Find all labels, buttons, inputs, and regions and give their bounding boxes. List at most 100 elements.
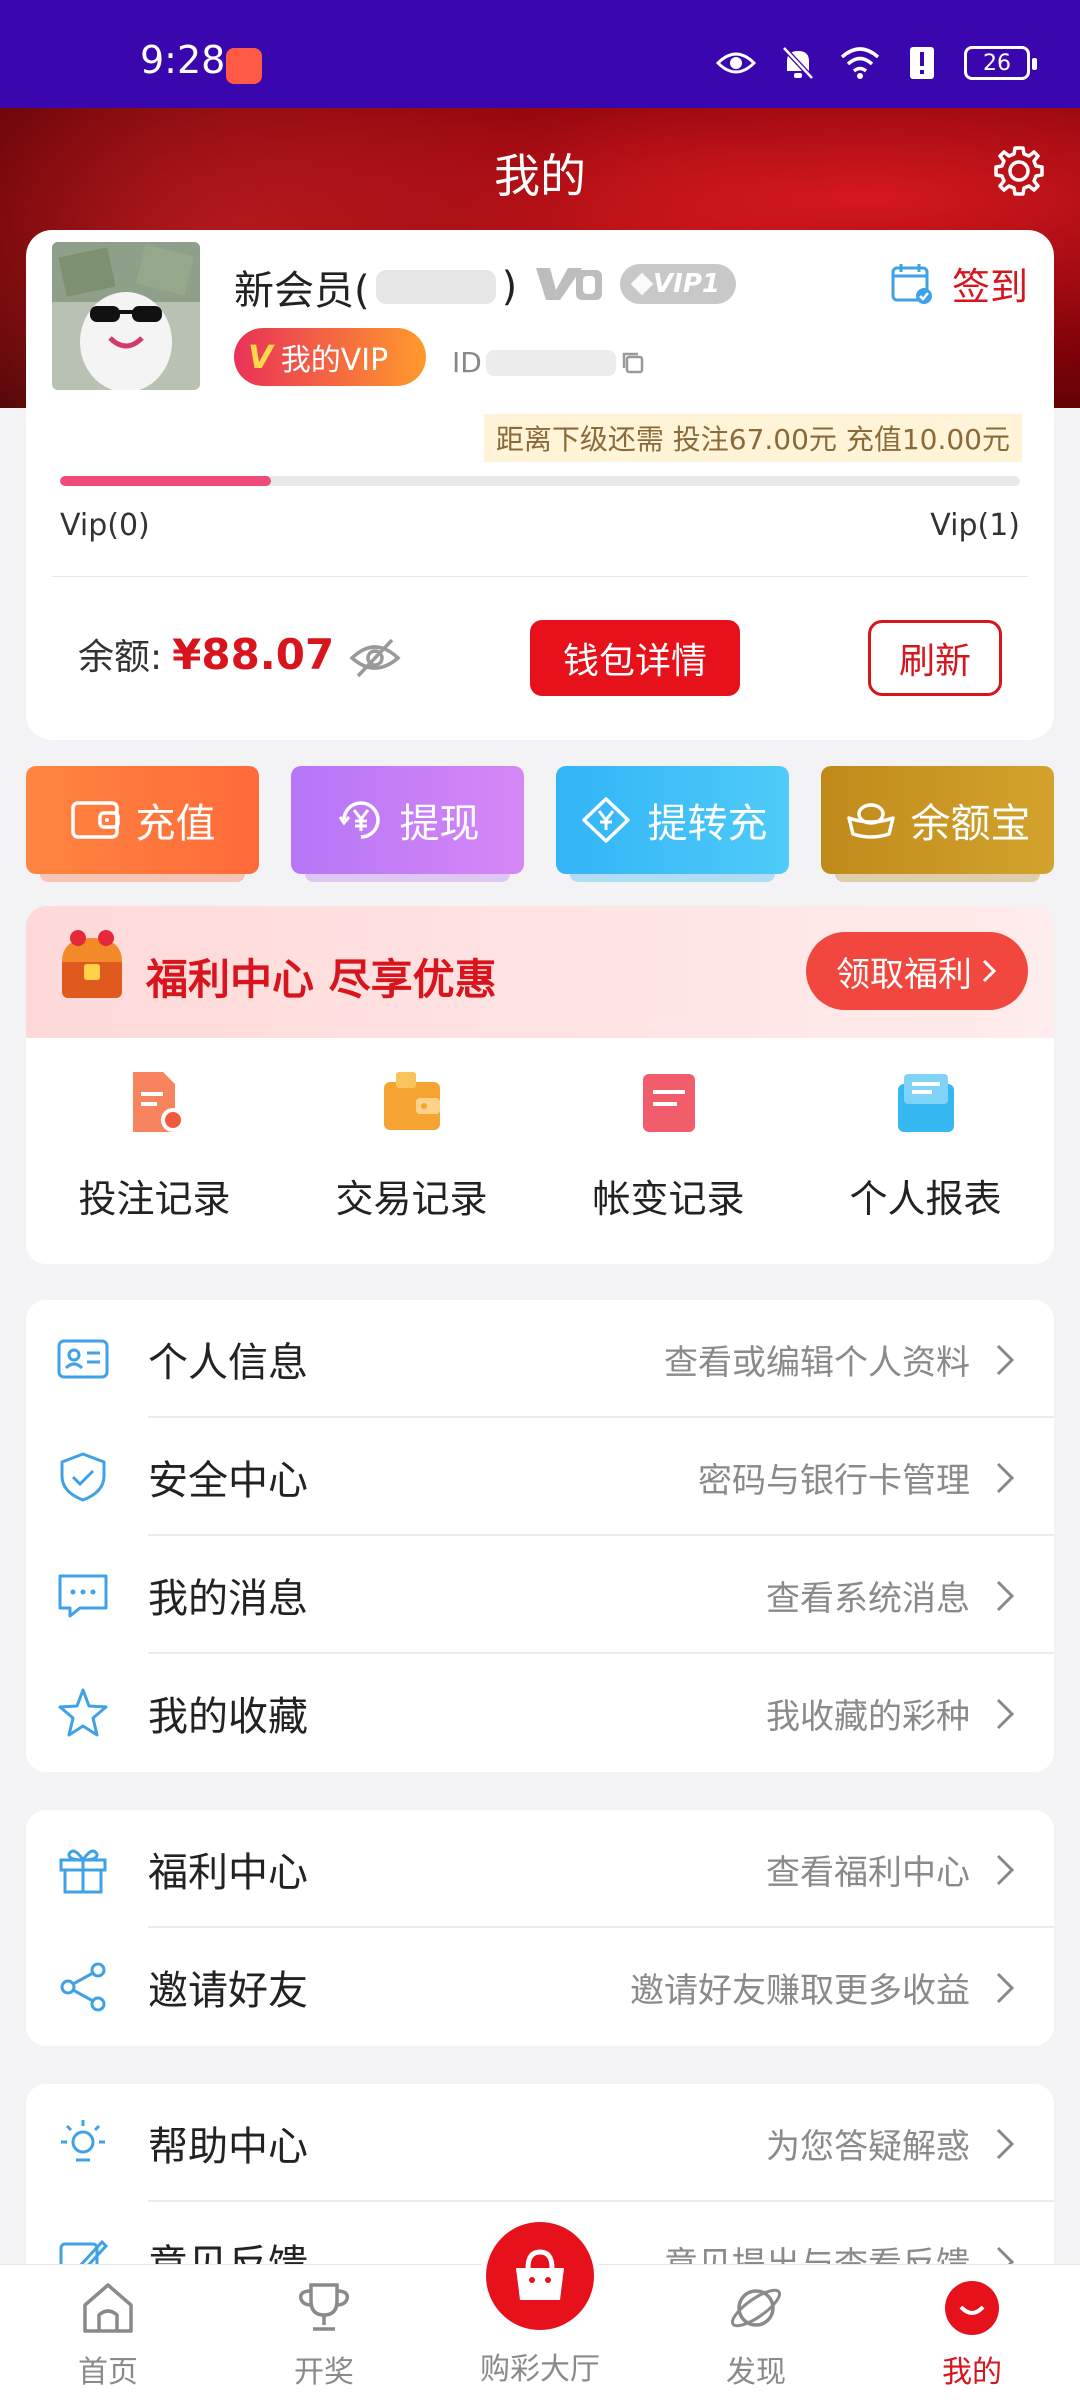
status-icons: 26 bbox=[716, 44, 1037, 82]
battery-level: 26 bbox=[983, 50, 1011, 76]
next-level-requirement: 距离下级还需 投注67.00元 充值10.00元 bbox=[483, 414, 1022, 462]
ingot-icon bbox=[846, 803, 895, 839]
vip-v-icon: V bbox=[248, 338, 273, 376]
chevron-right-icon bbox=[996, 2128, 1015, 2160]
tab-label: 首页 bbox=[78, 2355, 138, 2390]
avatar[interactable] bbox=[52, 242, 200, 390]
settings-gear-icon[interactable] bbox=[992, 144, 1046, 198]
quick-actions: 充值 提现 提转充 余额宝 bbox=[26, 766, 1054, 882]
v0-level-icon bbox=[536, 268, 602, 300]
transfer-to-recharge-button[interactable]: 提转充 bbox=[556, 766, 789, 882]
bet-records-label: 投注记录 bbox=[78, 1177, 231, 1221]
menu-subtitle: 为您答疑解惑 bbox=[766, 2126, 970, 2167]
transfer-icon bbox=[581, 797, 630, 843]
trophy-icon bbox=[298, 2283, 350, 2331]
menu-group-account: 个人信息 查看或编辑个人资料 安全中心 密码与银行卡管理 我的消息 查看系统消息… bbox=[26, 1300, 1054, 1772]
menu-title: 我的收藏 bbox=[148, 1694, 308, 1740]
menu-title: 邀请好友 bbox=[148, 1968, 308, 2014]
my-vip-button[interactable]: V 我的VIP bbox=[234, 328, 426, 386]
menu-title: 帮助中心 bbox=[148, 2124, 308, 2170]
status-time: 9:28 bbox=[140, 38, 226, 82]
copy-icon[interactable] bbox=[620, 350, 646, 376]
balance-amount: ¥88.07 bbox=[172, 629, 335, 679]
nickname-masked bbox=[375, 270, 496, 304]
lottery-hall-button[interactable] bbox=[480, 2216, 600, 2336]
alert-icon bbox=[902, 44, 942, 82]
recharge-label: 充值 bbox=[135, 801, 216, 847]
treasure-chest-icon bbox=[62, 930, 122, 998]
shopping-bag-icon bbox=[516, 2249, 564, 2300]
transaction-records[interactable]: 交易记录 bbox=[283, 1066, 540, 1223]
account-change-records[interactable]: 帐变记录 bbox=[540, 1066, 797, 1223]
tab-label: 发现 bbox=[726, 2355, 786, 2390]
welfare-title: 福利中心 尽享优惠 bbox=[146, 955, 497, 1004]
bet-records[interactable]: 投注记录 bbox=[26, 1066, 283, 1223]
balance-label: 余额: bbox=[78, 637, 163, 678]
transaction-record-icon bbox=[383, 1072, 440, 1130]
lightbulb-icon bbox=[61, 2120, 105, 2162]
tab-discover[interactable]: 发现 bbox=[686, 2273, 826, 2393]
vip-progress-bar bbox=[60, 476, 1020, 486]
chevron-right-icon bbox=[996, 1972, 1015, 2004]
signin-button[interactable]: 签到 bbox=[890, 256, 1028, 311]
vip-current-level: Vip(0) bbox=[60, 508, 150, 543]
chevron-right-icon bbox=[996, 1698, 1015, 1730]
message-icon bbox=[58, 1574, 108, 1618]
id-card-icon bbox=[57, 1339, 109, 1379]
wallet-details-button[interactable]: 钱包详情 bbox=[530, 620, 740, 696]
wifi-icon bbox=[840, 44, 880, 82]
battery-icon: 26 bbox=[964, 46, 1037, 80]
menu-group-welfare: 福利中心 查看福利中心 邀请好友 邀请好友赚取更多收益 bbox=[26, 1810, 1054, 2046]
menu-title: 福利中心 bbox=[148, 1850, 308, 1896]
menu-subtitle: 我收藏的彩种 bbox=[766, 1696, 970, 1737]
user-id-masked bbox=[485, 349, 616, 376]
menu-title: 个人信息 bbox=[148, 1340, 308, 1386]
bet-record-icon bbox=[132, 1072, 185, 1132]
tab-label: 我的 bbox=[942, 2355, 1002, 2390]
menu-subtitle: 密码与银行卡管理 bbox=[698, 1460, 970, 1501]
balance-treasure-label: 余额宝 bbox=[910, 801, 1031, 847]
menu-subtitle: 查看系统消息 bbox=[766, 1578, 970, 1619]
hide-balance-eye-icon[interactable] bbox=[348, 632, 402, 682]
menu-subtitle: 查看或编辑个人资料 bbox=[664, 1342, 970, 1383]
gift-icon bbox=[59, 1849, 107, 1894]
menu-item-welfare-center[interactable]: 福利中心 查看福利中心 bbox=[26, 1810, 1054, 1928]
claim-welfare-label: 领取福利 bbox=[836, 954, 972, 995]
welfare-card: 福利中心 尽享优惠 领取福利 投注记录 交易记录 帐变记录 个人报表 bbox=[26, 906, 1054, 1264]
tab-label: 开奖 bbox=[294, 2355, 354, 2390]
home-icon bbox=[83, 2283, 133, 2333]
tab-lottery-results[interactable]: 开奖 bbox=[254, 2273, 394, 2393]
transfer-label: 提转充 bbox=[647, 801, 768, 847]
menu-item-favorites[interactable]: 我的收藏 我收藏的彩种 bbox=[26, 1654, 1054, 1772]
balance-treasure-button[interactable]: 余额宝 bbox=[821, 766, 1054, 882]
report-icon bbox=[897, 1074, 954, 1132]
personal-report-label: 个人报表 bbox=[849, 1177, 1002, 1221]
shield-icon bbox=[60, 1452, 106, 1502]
personal-report[interactable]: 个人报表 bbox=[797, 1066, 1054, 1223]
claim-welfare-button[interactable]: 领取福利 bbox=[806, 932, 1028, 1010]
wallet-icon bbox=[70, 801, 120, 839]
vip1-badge-text: VIP1 bbox=[653, 269, 720, 299]
menu-item-messages[interactable]: 我的消息 查看系统消息 bbox=[26, 1536, 1054, 1654]
status-bar: 9:28 26 bbox=[0, 0, 1080, 108]
chevron-right-icon bbox=[996, 1580, 1015, 1612]
chevron-right-icon bbox=[982, 959, 997, 983]
account-change-icon bbox=[642, 1074, 695, 1132]
user-card: 新会员( ) VIP1 签到 V 我的VIP ID 距离下级还需 投注67.00… bbox=[26, 230, 1054, 740]
calendar-icon bbox=[891, 263, 932, 304]
tab-home[interactable]: 首页 bbox=[38, 2273, 178, 2393]
eye-icon bbox=[716, 44, 756, 82]
recharge-button[interactable]: 充值 bbox=[26, 766, 259, 882]
tab-mine[interactable]: 我的 bbox=[902, 2273, 1042, 2393]
nickname-suffix: ) bbox=[501, 264, 518, 310]
menu-item-invite-friends[interactable]: 邀请好友 邀请好友赚取更多收益 bbox=[26, 1928, 1054, 2046]
menu-item-profile[interactable]: 个人信息 查看或编辑个人资料 bbox=[26, 1300, 1054, 1418]
vip-progress-fill bbox=[60, 476, 272, 486]
mute-bell-icon bbox=[778, 44, 818, 82]
refresh-button[interactable]: 刷新 bbox=[868, 620, 1002, 696]
chevron-right-icon bbox=[996, 1854, 1015, 1886]
menu-title: 安全中心 bbox=[148, 1458, 308, 1504]
withdraw-button[interactable]: 提现 bbox=[291, 766, 524, 882]
menu-item-security[interactable]: 安全中心 密码与银行卡管理 bbox=[26, 1418, 1054, 1536]
menu-item-help-center[interactable]: 帮助中心 为您答疑解惑 bbox=[26, 2084, 1054, 2202]
